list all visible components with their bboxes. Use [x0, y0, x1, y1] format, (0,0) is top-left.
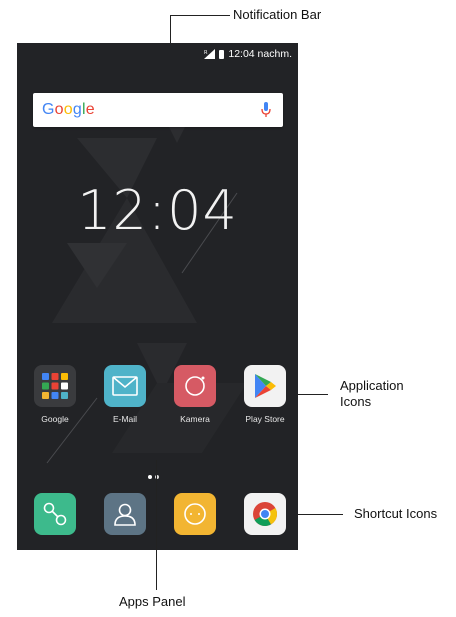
dock-chrome[interactable]: [244, 493, 286, 535]
notification-bar-leader-h: [170, 15, 230, 16]
application-icons-label-1: Application: [340, 378, 404, 393]
application-icons-label-2: Icons: [340, 394, 372, 409]
dock-messages[interactable]: [174, 493, 216, 535]
app-label-email: E-Mail: [112, 414, 138, 424]
dock-contacts[interactable]: [104, 493, 146, 535]
chrome-icon: [253, 502, 277, 527]
folder-icon: [34, 365, 76, 407]
signal-icon: R: [204, 49, 216, 59]
page-indicator: [148, 475, 159, 479]
messages-icon: [184, 503, 206, 525]
shortcut-icons-label: Shortcut Icons: [354, 506, 438, 521]
notification-bar-leader-v: [170, 15, 171, 45]
camera-icon: [174, 365, 216, 407]
google-search-bar[interactable]: Google: [33, 93, 283, 127]
google-logo: Google: [42, 101, 95, 118]
contacts-icon: [114, 503, 136, 526]
envelope-icon: [104, 365, 146, 407]
dock-phone[interactable]: [34, 493, 76, 535]
app-google-folder[interactable]: Google: [25, 365, 85, 424]
status-time: 12:04 nachm.: [228, 48, 292, 60]
app-label-camera: Kamera: [180, 414, 210, 424]
app-label-play-store: Play Store: [245, 414, 285, 424]
app-camera[interactable]: Kamera: [165, 365, 225, 424]
page-dot-1: [148, 475, 152, 479]
svg-text:R: R: [204, 50, 208, 56]
app-email[interactable]: E-Mail: [95, 365, 155, 424]
battery-icon: [219, 49, 225, 59]
app-label-google: Google: [41, 414, 69, 424]
apps-panel-label: Apps Panel: [119, 594, 186, 609]
clock-widget[interactable]: 12:04: [17, 179, 298, 242]
mic-icon[interactable]: [261, 102, 271, 118]
phone-screen: R 12:04 nachm. Google 12:04 Google E-Mai…: [17, 43, 298, 550]
app-play-store[interactable]: Play Store: [235, 365, 295, 424]
play-store-icon: [244, 365, 286, 407]
apps-panel-leader: [156, 460, 157, 590]
phone-icon: [43, 502, 67, 526]
notification-bar-label: Notification Bar: [233, 7, 322, 22]
status-bar: R 12:04 nachm.: [17, 43, 298, 65]
